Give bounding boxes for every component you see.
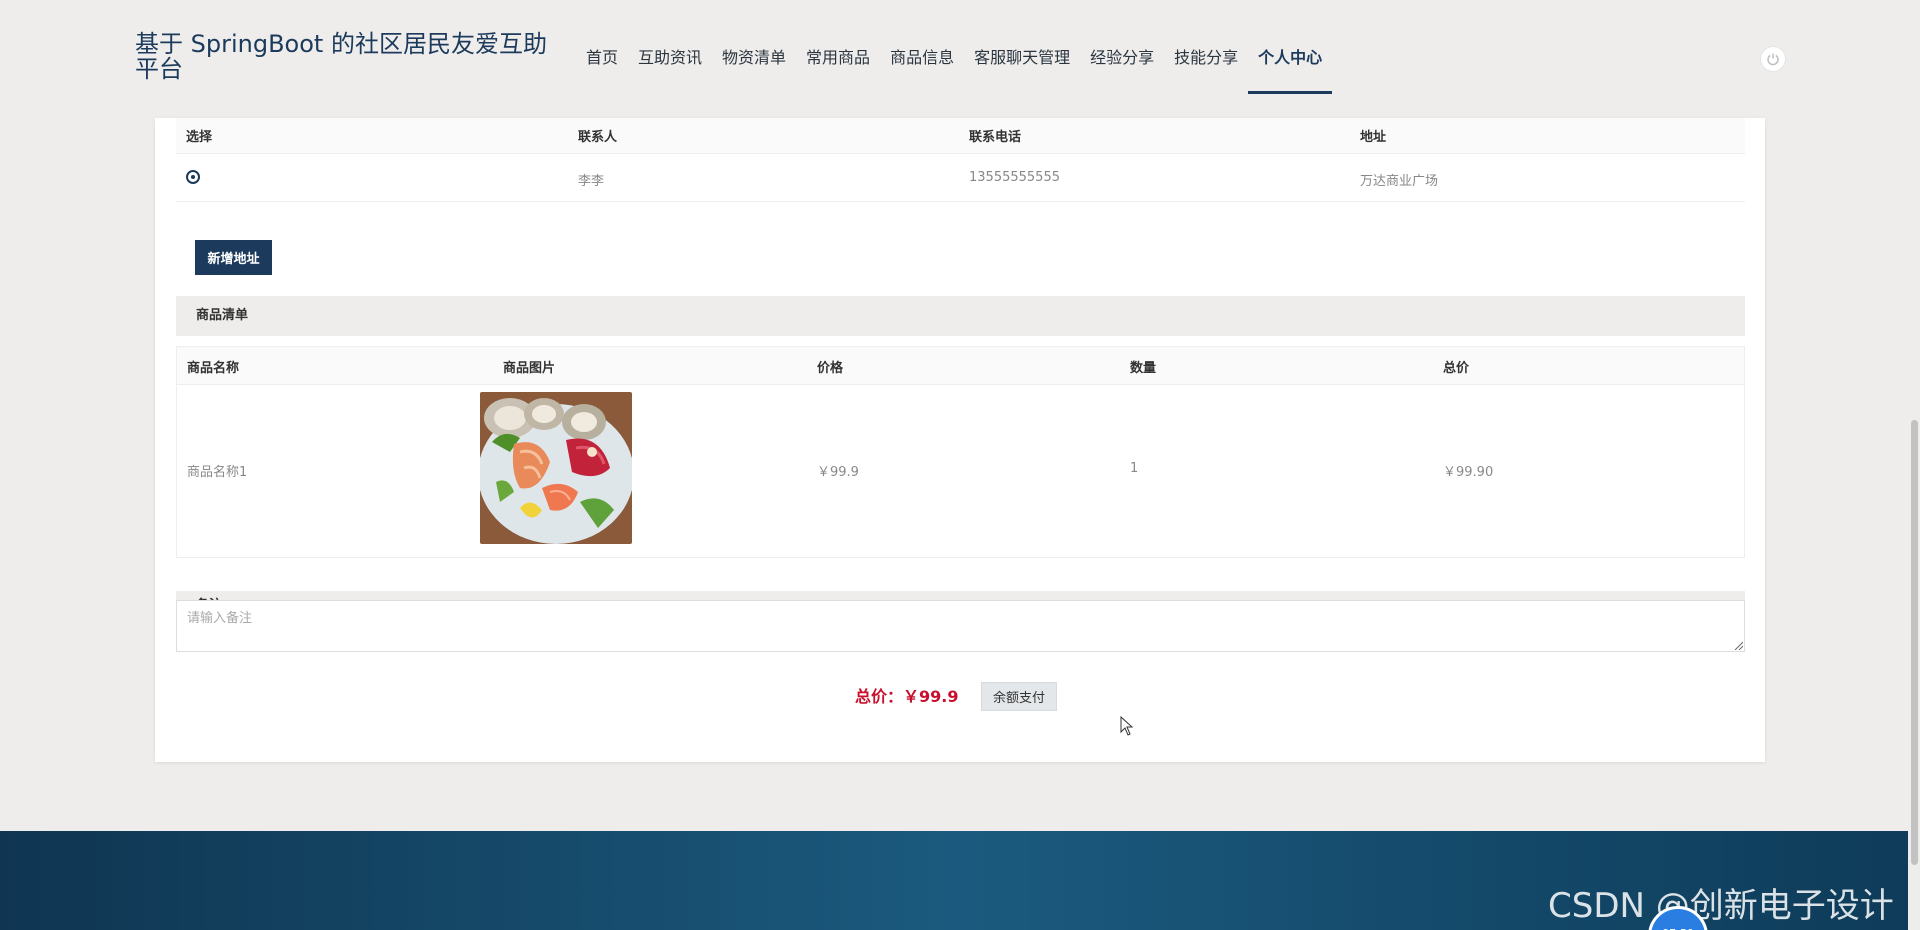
nav-item-common-goods[interactable]: 常用商品 [796,0,880,96]
goods-total: ￥99.90 [1443,465,1494,480]
nav-item-supplies-list[interactable]: 物资清单 [712,0,796,96]
goods-name: 商品名称1 [187,465,248,480]
checkout-card: 选择 联系人 联系电话 地址 李李 13555555555 万达商业广场 新增地… [155,118,1765,762]
column-header-goods-name: 商品名称 [187,361,240,376]
column-header-contact: 联系人 [578,130,618,145]
address-contact: 李李 [578,174,605,189]
column-header-phone: 联系电话 [969,130,1022,145]
nav-item-goods-info[interactable]: 商品信息 [880,0,964,96]
remark-input[interactable] [176,600,1745,652]
nav-item-skill-share[interactable]: 技能分享 [1164,0,1248,96]
nav-item-experience-share[interactable]: 经验分享 [1080,0,1164,96]
goods-table-header [177,347,1744,385]
seafood-platter-image [480,392,632,544]
power-button[interactable] [1760,46,1786,72]
scrollbar-thumb[interactable] [1911,420,1918,865]
resize-grip-icon[interactable] [1733,640,1743,650]
address-phone: 13555555555 [969,170,1060,185]
nav-item-personal-center[interactable]: 个人中心 [1248,0,1333,96]
goods-image [480,392,632,544]
goods-section-title: 商品清单 [176,296,1745,336]
nav-item-home[interactable]: 首页 [576,0,628,96]
nav-item-mutual-news[interactable]: 互助资讯 [628,0,712,96]
main-nav: 首页 互助资讯 物资清单 常用商品 商品信息 客服聊天管理 经验分享 技能分享 … [576,0,1333,96]
total-label: 总价： [855,687,904,706]
watermark-text: CSDN @创新电子设计 [1548,886,1894,926]
address-text: 万达商业广场 [1360,174,1439,189]
column-header-quantity: 数量 [1130,361,1157,376]
site-header: 基于 SpringBoot 的社区居民友爱互助平台 首页 互助资讯 物资清单 常… [0,0,1920,118]
column-header-total: 总价 [1443,361,1470,376]
address-radio[interactable] [186,170,200,184]
order-total: 总价：￥99.9 [855,687,959,707]
nav-item-service-chat[interactable]: 客服聊天管理 [964,0,1080,96]
column-header-select: 选择 [186,130,213,145]
add-address-button[interactable]: 新增地址 [195,240,272,275]
power-icon [1767,53,1779,66]
column-header-address: 地址 [1360,130,1387,145]
total-value: ￥99.9 [903,687,959,706]
column-header-price: 价格 [817,361,844,376]
goods-table: 商品名称 商品图片 价格 数量 总价 商品名称1 ￥99.9 1 ￥99.90 [176,346,1745,558]
mouse-cursor-icon [1120,716,1134,736]
goods-quantity: 1 [1130,461,1139,476]
column-header-goods-image: 商品图片 [503,361,556,376]
balance-pay-button[interactable]: 余额支付 [981,682,1057,711]
goods-price: ￥99.9 [817,465,859,480]
address-table-header [176,118,1745,154]
table-row [176,154,1745,202]
site-title: 基于 SpringBoot 的社区居民友爱互助平台 [135,30,547,83]
